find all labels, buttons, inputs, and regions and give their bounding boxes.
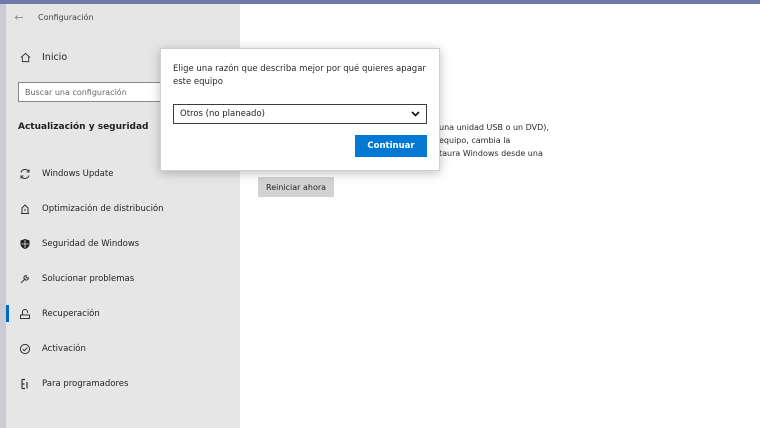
- sidebar-item-windows-security[interactable]: Seguridad de Windows: [6, 226, 240, 261]
- sidebar-item-label: Activación: [42, 343, 86, 354]
- sidebar-item-delivery-optimization[interactable]: Optimización de distribución: [6, 191, 240, 226]
- description-line: una unidad USB o un DVD),: [439, 123, 549, 132]
- sidebar-item-troubleshoot[interactable]: Solucionar problemas: [6, 261, 240, 296]
- recovery-icon: [18, 308, 32, 320]
- arrow-left-icon: ←: [14, 10, 24, 24]
- sidebar-item-home[interactable]: Inicio: [18, 52, 67, 63]
- delivery-optimization-icon: [18, 203, 32, 215]
- description-line: equipo, cambia la: [439, 136, 511, 145]
- app-title: Configuración: [38, 12, 94, 22]
- search-box[interactable]: [18, 82, 168, 102]
- recovery-description: una unidad USB o un DVD), equipo, cambia…: [439, 121, 549, 160]
- dialog-prompt: Elige una razón que describa mejor por q…: [173, 64, 426, 87]
- check-circle-icon: [18, 343, 32, 355]
- sidebar-item-label: Inicio: [42, 52, 68, 63]
- sidebar-item-label: Para programadores: [42, 378, 129, 389]
- home-icon: [18, 52, 32, 63]
- sidebar-item-recovery[interactable]: Recuperación: [6, 296, 240, 331]
- sidebar-item-label: Recuperación: [42, 308, 100, 319]
- refresh-icon: [18, 168, 32, 180]
- sidebar-item-label: Solucionar problemas: [42, 273, 135, 284]
- restart-now-button[interactable]: Reiniciar ahora: [258, 177, 335, 197]
- search-input[interactable]: [19, 87, 167, 97]
- sidebar-item-label: Optimización de distribución: [42, 203, 164, 214]
- sidebar-item-activation[interactable]: Activación: [6, 331, 240, 366]
- shield-icon: [18, 238, 32, 250]
- back-button[interactable]: ←: [6, 4, 32, 30]
- sidebar-nav: Windows Update Optimización de distribuc…: [6, 156, 240, 401]
- wrench-icon: [18, 273, 32, 285]
- reason-dropdown[interactable]: Otros (no planeado): [173, 104, 427, 124]
- reason-selected-value: Otros (no planeado): [180, 109, 265, 119]
- chevron-down-icon: [411, 110, 420, 119]
- settings-window: ← Configuración Inicio Actualización y s…: [6, 4, 760, 428]
- description-line: taura Windows desde una: [439, 149, 543, 158]
- sidebar-item-developers[interactable]: Para programadores: [6, 366, 240, 401]
- sidebar-item-label: Seguridad de Windows: [42, 238, 140, 249]
- title-bar: ← Configuración: [6, 4, 240, 30]
- section-title: Actualización y seguridad: [18, 122, 149, 132]
- shutdown-reason-dialog: Elige una razón que describa mejor por q…: [160, 48, 440, 171]
- developer-icon: [18, 378, 32, 390]
- sidebar-item-label: Windows Update: [42, 168, 114, 179]
- continue-button[interactable]: Continuar: [355, 135, 427, 157]
